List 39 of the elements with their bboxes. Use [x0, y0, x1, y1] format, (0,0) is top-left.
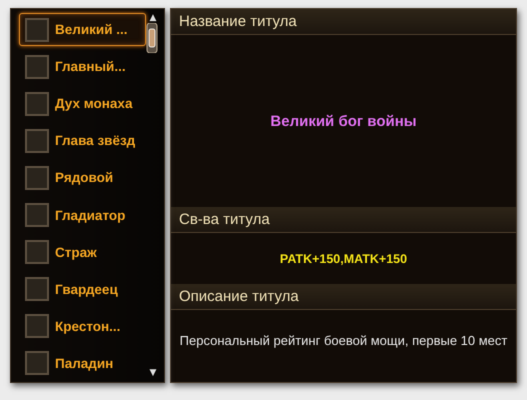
checkbox[interactable] — [25, 351, 49, 376]
title-label: Дух монаха — [55, 96, 132, 112]
section-header: Св-ва титула — [171, 207, 516, 233]
checkbox[interactable] — [25, 240, 49, 264]
checkbox[interactable] — [25, 314, 49, 338]
section-text: PATK+150,MATK+150 — [280, 252, 408, 266]
checkbox[interactable] — [25, 203, 49, 228]
title-list-item[interactable]: Гладиатор — [19, 198, 146, 232]
title-list-item[interactable]: Паладин — [19, 346, 146, 380]
title-label: Гладиатор — [55, 208, 126, 223]
title-label: Великий ... — [55, 22, 128, 38]
scroll-up-button[interactable]: ▲ — [150, 13, 156, 23]
section-header: Описание титула — [171, 284, 516, 310]
title-label: Рядовой — [55, 170, 114, 186]
title-label: Крестон... — [55, 318, 120, 334]
title-list-item[interactable]: Главный... — [19, 50, 146, 84]
title-list-item[interactable]: Страж — [19, 236, 146, 269]
section-header: Название титула — [171, 9, 516, 35]
title-list-item[interactable]: Крестон... — [19, 310, 146, 343]
title-list-item[interactable]: Глава звёзд — [19, 124, 146, 158]
checkbox[interactable] — [25, 128, 49, 153]
title-label: Паладин — [55, 356, 114, 371]
checkbox[interactable] — [25, 166, 49, 190]
title-label: Главный... — [55, 59, 126, 74]
title-list-item[interactable]: Гвардеец — [19, 272, 146, 306]
checkbox[interactable] — [25, 18, 49, 42]
scroll-down-button[interactable]: ▼ — [150, 368, 156, 378]
title-list-item[interactable]: Великий ... — [19, 13, 146, 46]
title-label: Глава звёзд — [55, 133, 136, 148]
checkbox[interactable] — [25, 54, 49, 79]
section-text: Великий бог войны — [270, 112, 417, 130]
checkbox[interactable] — [25, 277, 49, 302]
scroll-thumb[interactable] — [146, 23, 158, 53]
title-list-item[interactable]: Рядовой — [19, 161, 146, 194]
section-text: Персональный рейтинг боевой мощи, первые 10 мест — [180, 333, 508, 348]
title-list-item[interactable]: Дух монаха — [19, 87, 146, 120]
checkbox[interactable] — [25, 92, 49, 116]
title-label: Гвардеец — [55, 282, 118, 297]
title-label: Страж — [55, 244, 97, 260]
